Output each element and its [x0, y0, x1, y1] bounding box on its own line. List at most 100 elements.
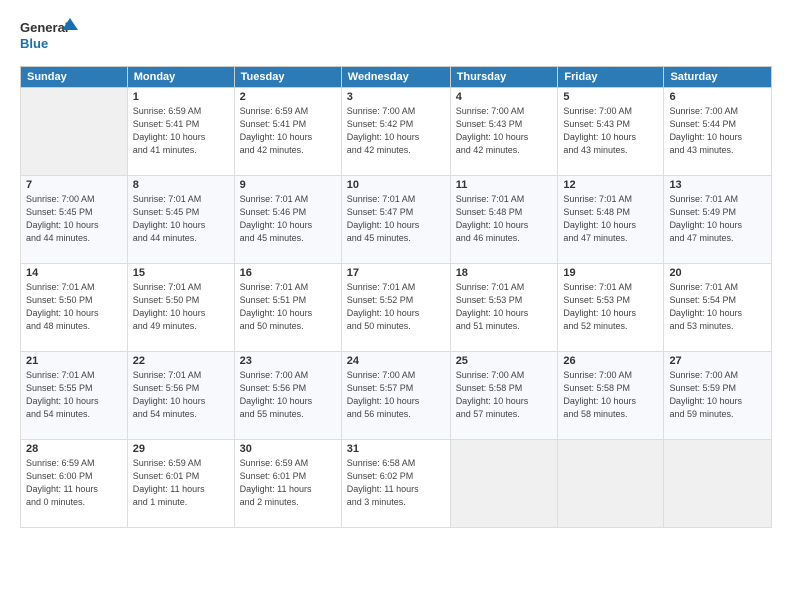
weekday-header-sunday: Sunday	[21, 67, 128, 88]
weekday-header-saturday: Saturday	[664, 67, 772, 88]
calendar-cell: 4 Sunrise: 7:00 AM Sunset: 5:43 PM Daylig…	[450, 88, 558, 176]
calendar-cell	[450, 440, 558, 528]
week-row-4: 21 Sunrise: 7:01 AM Sunset: 5:55 PM Dayli…	[21, 352, 772, 440]
day-info: Sunrise: 7:01 AM Sunset: 5:48 PM Dayligh…	[456, 193, 553, 245]
calendar-cell: 24 Sunrise: 7:00 AM Sunset: 5:57 PM Dayli…	[341, 352, 450, 440]
day-number: 21	[26, 355, 122, 367]
calendar-cell	[664, 440, 772, 528]
weekday-header-wednesday: Wednesday	[341, 67, 450, 88]
day-info: Sunrise: 7:00 AM Sunset: 5:43 PM Dayligh…	[456, 105, 553, 157]
day-number: 11	[456, 179, 553, 191]
day-number: 2	[240, 91, 336, 103]
day-number: 24	[347, 355, 445, 367]
day-number: 29	[133, 443, 229, 455]
week-row-3: 14Sunrise: 7:01 AM Sunset: 5:50 PM Dayli…	[21, 264, 772, 352]
week-row-2: 7 Sunrise: 7:00 AM Sunset: 5:45 PM Daylig…	[21, 176, 772, 264]
day-info: Sunrise: 6:58 AM Sunset: 6:02 PM Dayligh…	[347, 457, 445, 509]
day-number: 3	[347, 91, 445, 103]
day-number: 15	[133, 267, 229, 279]
logo-svg: GeneralBlue	[20, 16, 80, 56]
day-info: Sunrise: 6:59 AM Sunset: 5:41 PM Dayligh…	[133, 105, 229, 157]
calendar-cell: 29 Sunrise: 6:59 AM Sunset: 6:01 PM Dayli…	[127, 440, 234, 528]
weekday-header-row: SundayMondayTuesdayWednesdayThursdayFrid…	[21, 67, 772, 88]
calendar-cell: 22Sunrise: 7:01 AM Sunset: 5:56 PM Dayli…	[127, 352, 234, 440]
day-number: 1	[133, 91, 229, 103]
calendar-body: 1 Sunrise: 6:59 AM Sunset: 5:41 PM Daylig…	[21, 88, 772, 528]
weekday-header-monday: Monday	[127, 67, 234, 88]
day-info: Sunrise: 7:00 AM Sunset: 5:58 PM Dayligh…	[563, 369, 658, 421]
calendar-cell: 28 Sunrise: 6:59 AM Sunset: 6:00 PM Dayli…	[21, 440, 128, 528]
calendar-cell: 9 Sunrise: 7:01 AM Sunset: 5:46 PM Daylig…	[234, 176, 341, 264]
calendar-cell: 20 Sunrise: 7:01 AM Sunset: 5:54 PM Dayli…	[664, 264, 772, 352]
calendar-cell: 19 Sunrise: 7:01 AM Sunset: 5:53 PM Dayli…	[558, 264, 664, 352]
day-info: Sunrise: 7:00 AM Sunset: 5:43 PM Dayligh…	[563, 105, 658, 157]
day-info: Sunrise: 7:00 AM Sunset: 5:45 PM Dayligh…	[26, 193, 122, 245]
calendar-cell: 10 Sunrise: 7:01 AM Sunset: 5:47 PM Dayli…	[341, 176, 450, 264]
day-number: 17	[347, 267, 445, 279]
calendar-cell: 1 Sunrise: 6:59 AM Sunset: 5:41 PM Daylig…	[127, 88, 234, 176]
day-info: Sunrise: 7:01 AM Sunset: 5:49 PM Dayligh…	[669, 193, 766, 245]
day-info: Sunrise: 6:59 AM Sunset: 6:00 PM Dayligh…	[26, 457, 122, 509]
day-info: Sunrise: 7:01 AM Sunset: 5:55 PM Dayligh…	[26, 369, 122, 421]
day-number: 5	[563, 91, 658, 103]
day-info: Sunrise: 7:01 AM Sunset: 5:54 PM Dayligh…	[669, 281, 766, 333]
weekday-header-tuesday: Tuesday	[234, 67, 341, 88]
day-info: Sunrise: 7:00 AM Sunset: 5:56 PM Dayligh…	[240, 369, 336, 421]
calendar-cell: 31 Sunrise: 6:58 AM Sunset: 6:02 PM Dayli…	[341, 440, 450, 528]
calendar-cell: 14Sunrise: 7:01 AM Sunset: 5:50 PM Dayli…	[21, 264, 128, 352]
calendar-table: SundayMondayTuesdayWednesdayThursdayFrid…	[20, 66, 772, 528]
day-info: Sunrise: 7:00 AM Sunset: 5:44 PM Dayligh…	[669, 105, 766, 157]
day-number: 31	[347, 443, 445, 455]
day-info: Sunrise: 7:00 AM Sunset: 5:57 PM Dayligh…	[347, 369, 445, 421]
calendar-cell: 6Sunrise: 7:00 AM Sunset: 5:44 PM Daylig…	[664, 88, 772, 176]
calendar-cell: 7 Sunrise: 7:00 AM Sunset: 5:45 PM Daylig…	[21, 176, 128, 264]
day-number: 26	[563, 355, 658, 367]
day-number: 19	[563, 267, 658, 279]
logo: GeneralBlue	[20, 16, 80, 56]
day-info: Sunrise: 7:01 AM Sunset: 5:50 PM Dayligh…	[26, 281, 122, 333]
calendar-cell: 3 Sunrise: 7:00 AM Sunset: 5:42 PM Daylig…	[341, 88, 450, 176]
day-info: Sunrise: 7:01 AM Sunset: 5:53 PM Dayligh…	[563, 281, 658, 333]
calendar-cell: 8Sunrise: 7:01 AM Sunset: 5:45 PM Daylig…	[127, 176, 234, 264]
day-number: 7	[26, 179, 122, 191]
day-info: Sunrise: 6:59 AM Sunset: 6:01 PM Dayligh…	[133, 457, 229, 509]
day-number: 25	[456, 355, 553, 367]
day-number: 27	[669, 355, 766, 367]
calendar-cell: 18 Sunrise: 7:01 AM Sunset: 5:53 PM Dayli…	[450, 264, 558, 352]
day-number: 9	[240, 179, 336, 191]
day-info: Sunrise: 7:01 AM Sunset: 5:47 PM Dayligh…	[347, 193, 445, 245]
day-info: Sunrise: 7:00 AM Sunset: 5:59 PM Dayligh…	[669, 369, 766, 421]
calendar-cell	[21, 88, 128, 176]
day-info: Sunrise: 7:01 AM Sunset: 5:51 PM Dayligh…	[240, 281, 336, 333]
day-info: Sunrise: 7:00 AM Sunset: 5:42 PM Dayligh…	[347, 105, 445, 157]
calendar-cell: 11 Sunrise: 7:01 AM Sunset: 5:48 PM Dayli…	[450, 176, 558, 264]
calendar-cell: 21 Sunrise: 7:01 AM Sunset: 5:55 PM Dayli…	[21, 352, 128, 440]
day-info: Sunrise: 7:01 AM Sunset: 5:53 PM Dayligh…	[456, 281, 553, 333]
calendar-cell: 2 Sunrise: 6:59 AM Sunset: 5:41 PM Daylig…	[234, 88, 341, 176]
day-info: Sunrise: 6:59 AM Sunset: 5:41 PM Dayligh…	[240, 105, 336, 157]
day-info: Sunrise: 6:59 AM Sunset: 6:01 PM Dayligh…	[240, 457, 336, 509]
day-number: 28	[26, 443, 122, 455]
calendar-cell: 26 Sunrise: 7:00 AM Sunset: 5:58 PM Dayli…	[558, 352, 664, 440]
day-info: Sunrise: 7:01 AM Sunset: 5:46 PM Dayligh…	[240, 193, 336, 245]
day-number: 18	[456, 267, 553, 279]
day-number: 10	[347, 179, 445, 191]
day-info: Sunrise: 7:01 AM Sunset: 5:52 PM Dayligh…	[347, 281, 445, 333]
day-info: Sunrise: 7:00 AM Sunset: 5:58 PM Dayligh…	[456, 369, 553, 421]
day-info: Sunrise: 7:01 AM Sunset: 5:50 PM Dayligh…	[133, 281, 229, 333]
day-number: 30	[240, 443, 336, 455]
week-row-1: 1 Sunrise: 6:59 AM Sunset: 5:41 PM Daylig…	[21, 88, 772, 176]
calendar-cell: 13Sunrise: 7:01 AM Sunset: 5:49 PM Dayli…	[664, 176, 772, 264]
svg-text:General: General	[20, 20, 68, 35]
day-number: 16	[240, 267, 336, 279]
day-number: 12	[563, 179, 658, 191]
calendar-cell: 15 Sunrise: 7:01 AM Sunset: 5:50 PM Dayli…	[127, 264, 234, 352]
day-number: 4	[456, 91, 553, 103]
day-number: 20	[669, 267, 766, 279]
calendar-cell: 17 Sunrise: 7:01 AM Sunset: 5:52 PM Dayli…	[341, 264, 450, 352]
calendar-cell: 12 Sunrise: 7:01 AM Sunset: 5:48 PM Dayli…	[558, 176, 664, 264]
week-row-5: 28 Sunrise: 6:59 AM Sunset: 6:00 PM Dayli…	[21, 440, 772, 528]
calendar-cell: 27 Sunrise: 7:00 AM Sunset: 5:59 PM Dayli…	[664, 352, 772, 440]
day-info: Sunrise: 7:01 AM Sunset: 5:48 PM Dayligh…	[563, 193, 658, 245]
calendar-cell: 16 Sunrise: 7:01 AM Sunset: 5:51 PM Dayli…	[234, 264, 341, 352]
